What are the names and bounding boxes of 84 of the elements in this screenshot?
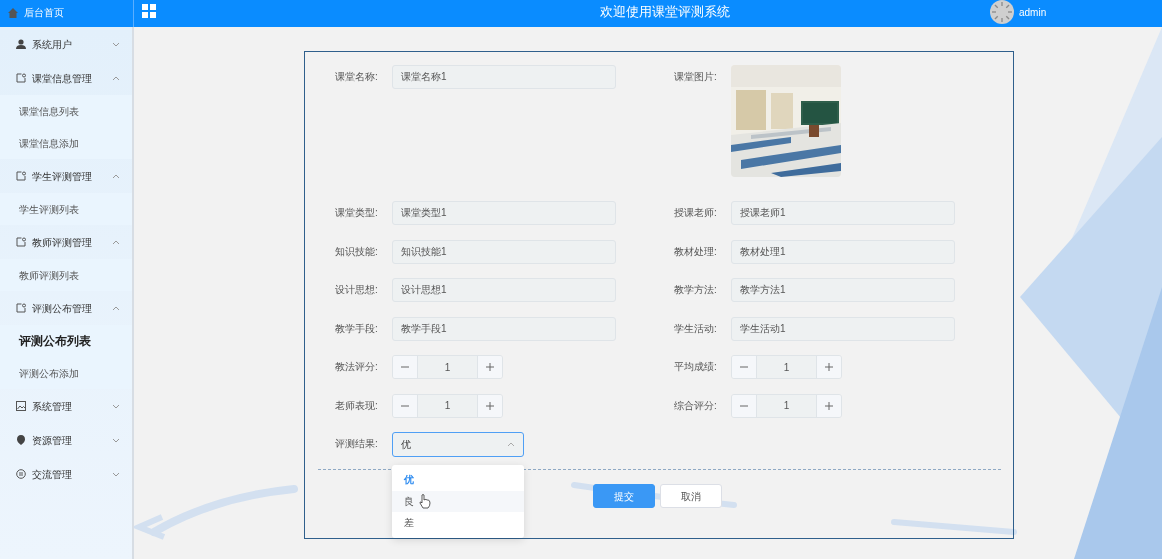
field-label: 教材处理: bbox=[674, 244, 718, 259]
sidebar-menu-item[interactable]: 系统管理 bbox=[0, 389, 132, 423]
dropdown-option[interactable]: 良 bbox=[392, 490, 524, 512]
text-field[interactable]: 设计思想1 bbox=[392, 278, 616, 302]
sidebar-subitem[interactable]: 课堂信息添加 bbox=[0, 127, 132, 159]
decrement-button[interactable] bbox=[393, 356, 418, 378]
increment-button[interactable] bbox=[816, 356, 841, 378]
field-label: 综合评分: bbox=[674, 398, 718, 413]
number-stepper[interactable]: 1 bbox=[731, 355, 842, 379]
increment-button[interactable] bbox=[816, 394, 841, 417]
chat-bubble-icon bbox=[16, 469, 26, 479]
increment-button[interactable] bbox=[477, 356, 502, 378]
dropdown-option[interactable]: 差 bbox=[392, 512, 524, 534]
text-field[interactable]: 知识技能1 bbox=[392, 239, 616, 264]
sidebar-menu-item[interactable]: 评测公布管理 bbox=[0, 291, 132, 325]
field-label: 学生活动: bbox=[674, 321, 718, 336]
number-value: 1 bbox=[418, 394, 477, 417]
number-stepper[interactable]: 1 bbox=[392, 355, 503, 379]
chevron-up-icon bbox=[112, 238, 120, 246]
chevron-up-icon bbox=[112, 304, 120, 312]
minus-icon bbox=[401, 363, 409, 371]
minus-icon bbox=[740, 363, 748, 371]
page-title: 欢迎使用课堂评测系统 bbox=[599, 3, 731, 21]
field-label: 教学方法: bbox=[674, 283, 718, 297]
plus-icon bbox=[486, 363, 494, 371]
text-field[interactable]: 课堂类型1 bbox=[392, 201, 616, 225]
field-label: 老师表现: bbox=[335, 398, 379, 413]
field-label: 平均成绩: bbox=[674, 360, 718, 374]
dropdown-option[interactable]: 优 bbox=[392, 469, 524, 491]
sidebar-menu-item[interactable]: 交流管理 bbox=[0, 457, 132, 491]
chevron-up-icon bbox=[112, 172, 120, 180]
decrement-button[interactable] bbox=[732, 356, 757, 378]
cancel-button[interactable]: 取消 bbox=[660, 484, 722, 508]
number-stepper[interactable]: 1 bbox=[392, 393, 503, 418]
decrement-button[interactable] bbox=[393, 394, 418, 417]
field-label: 课堂名称: bbox=[335, 70, 379, 84]
sidebar-subitem[interactable]: 课堂信息列表 bbox=[0, 95, 132, 127]
text-field[interactable]: 学生活动1 bbox=[731, 316, 955, 341]
sidebar-menu-item[interactable]: 资源管理 bbox=[0, 423, 132, 457]
number-value: 1 bbox=[418, 356, 477, 378]
note-icon bbox=[16, 237, 26, 247]
pin-icon bbox=[16, 435, 26, 445]
field-label: 课堂类型: bbox=[335, 206, 379, 220]
field-label: 课堂图片: bbox=[674, 70, 718, 84]
decrement-button[interactable] bbox=[732, 394, 757, 417]
number-value: 1 bbox=[757, 394, 816, 417]
increment-button[interactable] bbox=[477, 394, 502, 417]
note-icon bbox=[16, 73, 26, 83]
chevron-down-icon bbox=[112, 470, 120, 478]
grid-menu-icon[interactable] bbox=[142, 4, 156, 18]
pointer-cursor-icon bbox=[419, 493, 431, 509]
sidebar-menu-item[interactable]: 课堂信息管理 bbox=[0, 61, 132, 95]
note-icon bbox=[16, 303, 26, 313]
image-icon bbox=[16, 401, 26, 411]
chevron-up-icon bbox=[507, 441, 515, 448]
chevron-down-icon bbox=[112, 402, 120, 410]
plus-icon bbox=[486, 401, 494, 410]
home-icon bbox=[8, 8, 18, 18]
note-icon bbox=[16, 171, 26, 181]
text-field[interactable]: 授课老师1 bbox=[731, 201, 955, 225]
plus-icon bbox=[825, 363, 833, 371]
avatar bbox=[990, 0, 1014, 24]
select-field[interactable]: 优 bbox=[392, 432, 524, 457]
text-field[interactable]: 教学手段1 bbox=[392, 316, 616, 341]
field-label: 教学手段: bbox=[335, 321, 379, 336]
sidebar-menu-item[interactable]: 学生评测管理 bbox=[0, 159, 132, 193]
text-field[interactable]: 课堂名称1 bbox=[392, 65, 616, 89]
number-value: 1 bbox=[757, 356, 816, 378]
field-label: 设计思想: bbox=[335, 283, 379, 297]
number-stepper[interactable]: 1 bbox=[731, 393, 842, 418]
field-label: 知识技能: bbox=[335, 244, 379, 259]
sidebar-subitem[interactable]: 学生评测列表 bbox=[0, 193, 132, 225]
text-field[interactable]: 教学方法1 bbox=[731, 278, 955, 302]
chevron-up-icon bbox=[112, 74, 120, 82]
sidebar-menu-item[interactable]: 教师评测管理 bbox=[0, 225, 132, 259]
field-label: 授课老师: bbox=[674, 206, 718, 220]
field-label: 评测结果: bbox=[335, 437, 379, 451]
chevron-down-icon bbox=[112, 40, 120, 48]
plus-icon bbox=[825, 401, 833, 410]
chevron-down-icon bbox=[112, 436, 120, 444]
sidebar-menu-item[interactable]: 系统用户 bbox=[0, 27, 132, 61]
user-icon bbox=[16, 39, 26, 49]
field-label: 教法评分: bbox=[335, 360, 379, 374]
text-field[interactable]: 教材处理1 bbox=[731, 239, 955, 264]
